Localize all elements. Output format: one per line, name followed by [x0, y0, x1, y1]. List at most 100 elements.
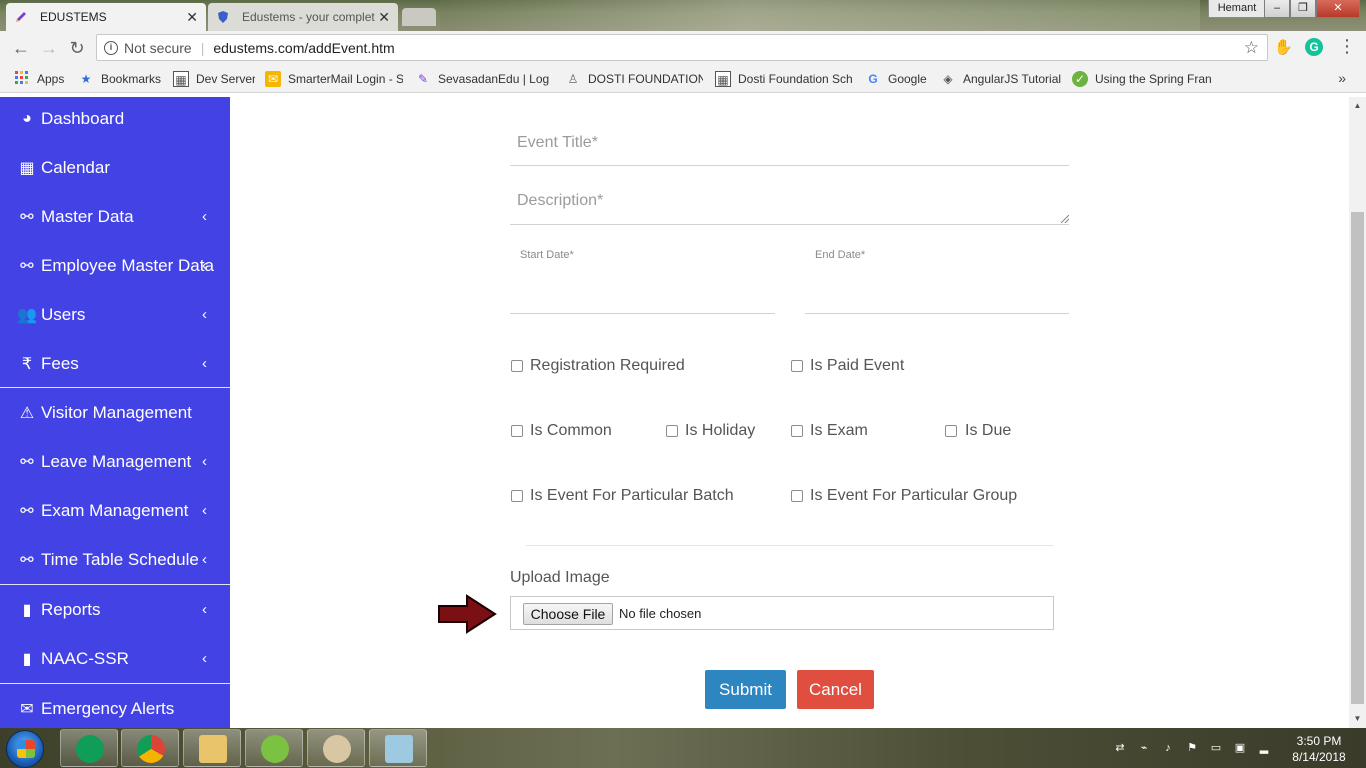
sidebar-item-users[interactable]: 👥 Users ‹ — [0, 290, 230, 339]
volume-icon[interactable]: ♪ — [1160, 740, 1176, 756]
taskbar-snipping[interactable] — [369, 729, 427, 767]
sidebar-item-leave-management[interactable]: ⚯ Leave Management ‹ — [0, 437, 230, 486]
sidebar-item-reports[interactable]: ▮ Reports ‹ — [0, 585, 230, 634]
bookmark-smartermail[interactable]: ✉ SmarterMail Login - S — [265, 70, 403, 88]
sidebar-item-master-data[interactable]: ⚯ Master Data ‹ — [0, 192, 230, 241]
minimize-icon[interactable]: – — [1264, 0, 1290, 18]
cancel-button[interactable]: Cancel — [797, 670, 874, 709]
profile-button[interactable]: Hemant — [1208, 0, 1266, 18]
sidebar-item-visitor-management[interactable]: ⚠ Visitor Management — [0, 388, 230, 437]
power-icon[interactable]: ▭ — [1208, 740, 1224, 756]
chevron-left-icon: ‹ — [202, 453, 207, 470]
scroll-up-icon[interactable]: ▲ — [1349, 99, 1366, 113]
is-due-checkbox[interactable] — [945, 425, 957, 437]
new-tab-button[interactable] — [402, 8, 436, 26]
extension-hand-icon[interactable]: ✋ — [1274, 38, 1293, 56]
system-tray: ⇄ ⌁ ♪ ⚑ ▭ ▣ ▂ — [1112, 740, 1272, 756]
sidebar-item-employee-master-data[interactable]: ⚯ Employee Master Data ‹ — [0, 241, 230, 290]
sidebar-item-dashboard[interactable]: ◕ Dashboard — [0, 97, 230, 143]
bookmark-angularjs[interactable]: ◈ AngularJS Tutorial — [940, 70, 1065, 88]
chevron-left-icon: ‹ — [202, 551, 207, 568]
bookmark-sevasadan[interactable]: ✎ SevasadanEdu | Log I — [415, 70, 551, 88]
bookmark-star-icon[interactable]: ☆ — [1244, 38, 1259, 58]
teamviewer-icon[interactable]: ⇄ — [1112, 740, 1128, 756]
tab-edustems-site[interactable]: Edustems - your complet ✕ — [208, 3, 398, 31]
device-icon[interactable]: ▣ — [1232, 740, 1248, 756]
bookmark-dosti-school[interactable]: ▦ Dosti Foundation Sch — [715, 70, 853, 88]
scroll-down-icon[interactable]: ▼ — [1349, 712, 1366, 726]
grammarly-icon[interactable]: G — [1305, 38, 1323, 56]
tab-close-icon[interactable]: ✕ — [186, 9, 198, 26]
warning-icon: ⚠ — [19, 404, 35, 422]
taskbar-hangouts[interactable] — [60, 729, 118, 767]
bookmark-spring[interactable]: ✓ Using the Spring Fran — [1072, 70, 1212, 88]
taskbar-app-green[interactable] — [245, 729, 303, 767]
site-icon: ▦ — [715, 71, 731, 87]
sidebar-item-label: Employee Master Data — [41, 255, 214, 275]
flag-icon[interactable]: ⚑ — [1184, 740, 1200, 756]
scroll-thumb[interactable] — [1351, 212, 1364, 704]
forward-arrow-icon[interactable]: → — [38, 37, 60, 59]
sidebar-item-emergency-alerts[interactable]: ✉ Emergency Alerts — [0, 684, 230, 728]
bookmark-dosti-foundation[interactable]: ♙ DOSTI FOUNDATION — [565, 70, 703, 88]
sidebar-item-label: NAAC-SSR — [41, 648, 129, 668]
textarea-resize-icon[interactable] — [1061, 215, 1069, 223]
sidebar-item-label: Dashboard — [41, 108, 125, 128]
info-icon[interactable]: i — [104, 40, 118, 55]
page-scrollbar[interactable]: ▲ ▼ — [1349, 97, 1366, 728]
start-button[interactable] — [6, 730, 44, 768]
close-window-icon[interactable]: ✕ — [1316, 0, 1360, 18]
description-textarea[interactable]: Description* — [517, 192, 603, 210]
event-title-underline — [510, 165, 1069, 166]
end-date-input[interactable] — [805, 313, 1069, 314]
taskbar-clock[interactable]: 3:50 PM 8/14/2018 — [1284, 733, 1354, 765]
tab-close-icon[interactable]: ✕ — [378, 9, 390, 26]
tab-edustems[interactable]: EDUSTEMS ✕ — [6, 3, 206, 31]
is-common-checkbox[interactable] — [511, 425, 523, 437]
chevron-left-icon: ‹ — [202, 208, 207, 225]
submit-button[interactable]: Submit — [705, 670, 786, 709]
network-icon[interactable]: ⌁ — [1136, 740, 1152, 756]
browser-menu-icon[interactable]: ⋮ — [1338, 36, 1356, 57]
particular-group-label: Is Event For Particular Group — [810, 487, 1018, 504]
sidebar-item-naac-ssr[interactable]: ▮ NAAC-SSR ‹ — [0, 634, 230, 683]
lock-icon: ♙ — [567, 72, 579, 86]
taskbar-chrome[interactable] — [121, 729, 179, 767]
hangouts-icon — [76, 735, 104, 763]
chevron-left-icon: ‹ — [202, 355, 207, 372]
reload-icon[interactable]: ↻ — [66, 37, 88, 59]
link-icon: ⚯ — [20, 551, 34, 569]
registration-required-checkbox[interactable] — [511, 360, 523, 372]
sidebar-item-fees[interactable]: ₹ Fees ‹ — [0, 339, 230, 388]
bookmark-google[interactable]: G Google — [865, 70, 931, 88]
is-exam-checkbox[interactable] — [791, 425, 803, 437]
bookmark-dev-server[interactable]: ▦ Dev Server — [173, 70, 255, 88]
bookmark-apps[interactable]: Apps — [14, 70, 74, 88]
address-bar[interactable]: i Not secure | edustems.com/addEvent.htm… — [96, 34, 1268, 61]
link-icon: ⚯ — [20, 502, 34, 520]
start-date-input[interactable] — [510, 313, 775, 314]
signal-icon[interactable]: ▂ — [1256, 740, 1272, 756]
bookmark-bookmarks[interactable]: ★ Bookmarks — [78, 70, 163, 88]
sidebar-item-calendar[interactable]: ▦ Calendar — [0, 143, 230, 192]
bookmark-label: Bookmarks — [101, 72, 162, 86]
is-holiday-checkbox[interactable] — [666, 425, 678, 437]
sidebar-item-time-table-schedule[interactable]: ⚯ Time Table Schedule ‹ — [0, 535, 230, 584]
tab-title: EDUSTEMS — [40, 10, 107, 24]
sidebar-item-exam-management[interactable]: ⚯ Exam Management ‹ — [0, 486, 230, 535]
is-paid-event-checkbox[interactable] — [791, 360, 803, 372]
sidebar: ◕ Dashboard ▦ Calendar ⚯ Master Data ‹ ⚯… — [0, 97, 230, 728]
particular-batch-checkbox[interactable] — [511, 490, 523, 502]
back-arrow-icon[interactable]: ← — [10, 37, 32, 59]
bookmark-label: SevasadanEdu | Log I — [438, 72, 551, 86]
event-title-input[interactable]: Event Title* — [517, 134, 598, 152]
sidebar-item-label: Emergency Alerts — [41, 698, 175, 718]
taskbar-explorer[interactable] — [183, 729, 241, 767]
particular-group-checkbox[interactable] — [791, 490, 803, 502]
choose-file-button[interactable]: Choose File — [523, 603, 613, 625]
chrome-icon — [137, 735, 165, 763]
restore-icon[interactable]: ❐ — [1290, 0, 1316, 18]
envelope-icon: ✉ — [20, 700, 34, 718]
more-bookmarks-icon[interactable]: » — [1338, 70, 1346, 86]
taskbar-paint[interactable] — [307, 729, 365, 767]
